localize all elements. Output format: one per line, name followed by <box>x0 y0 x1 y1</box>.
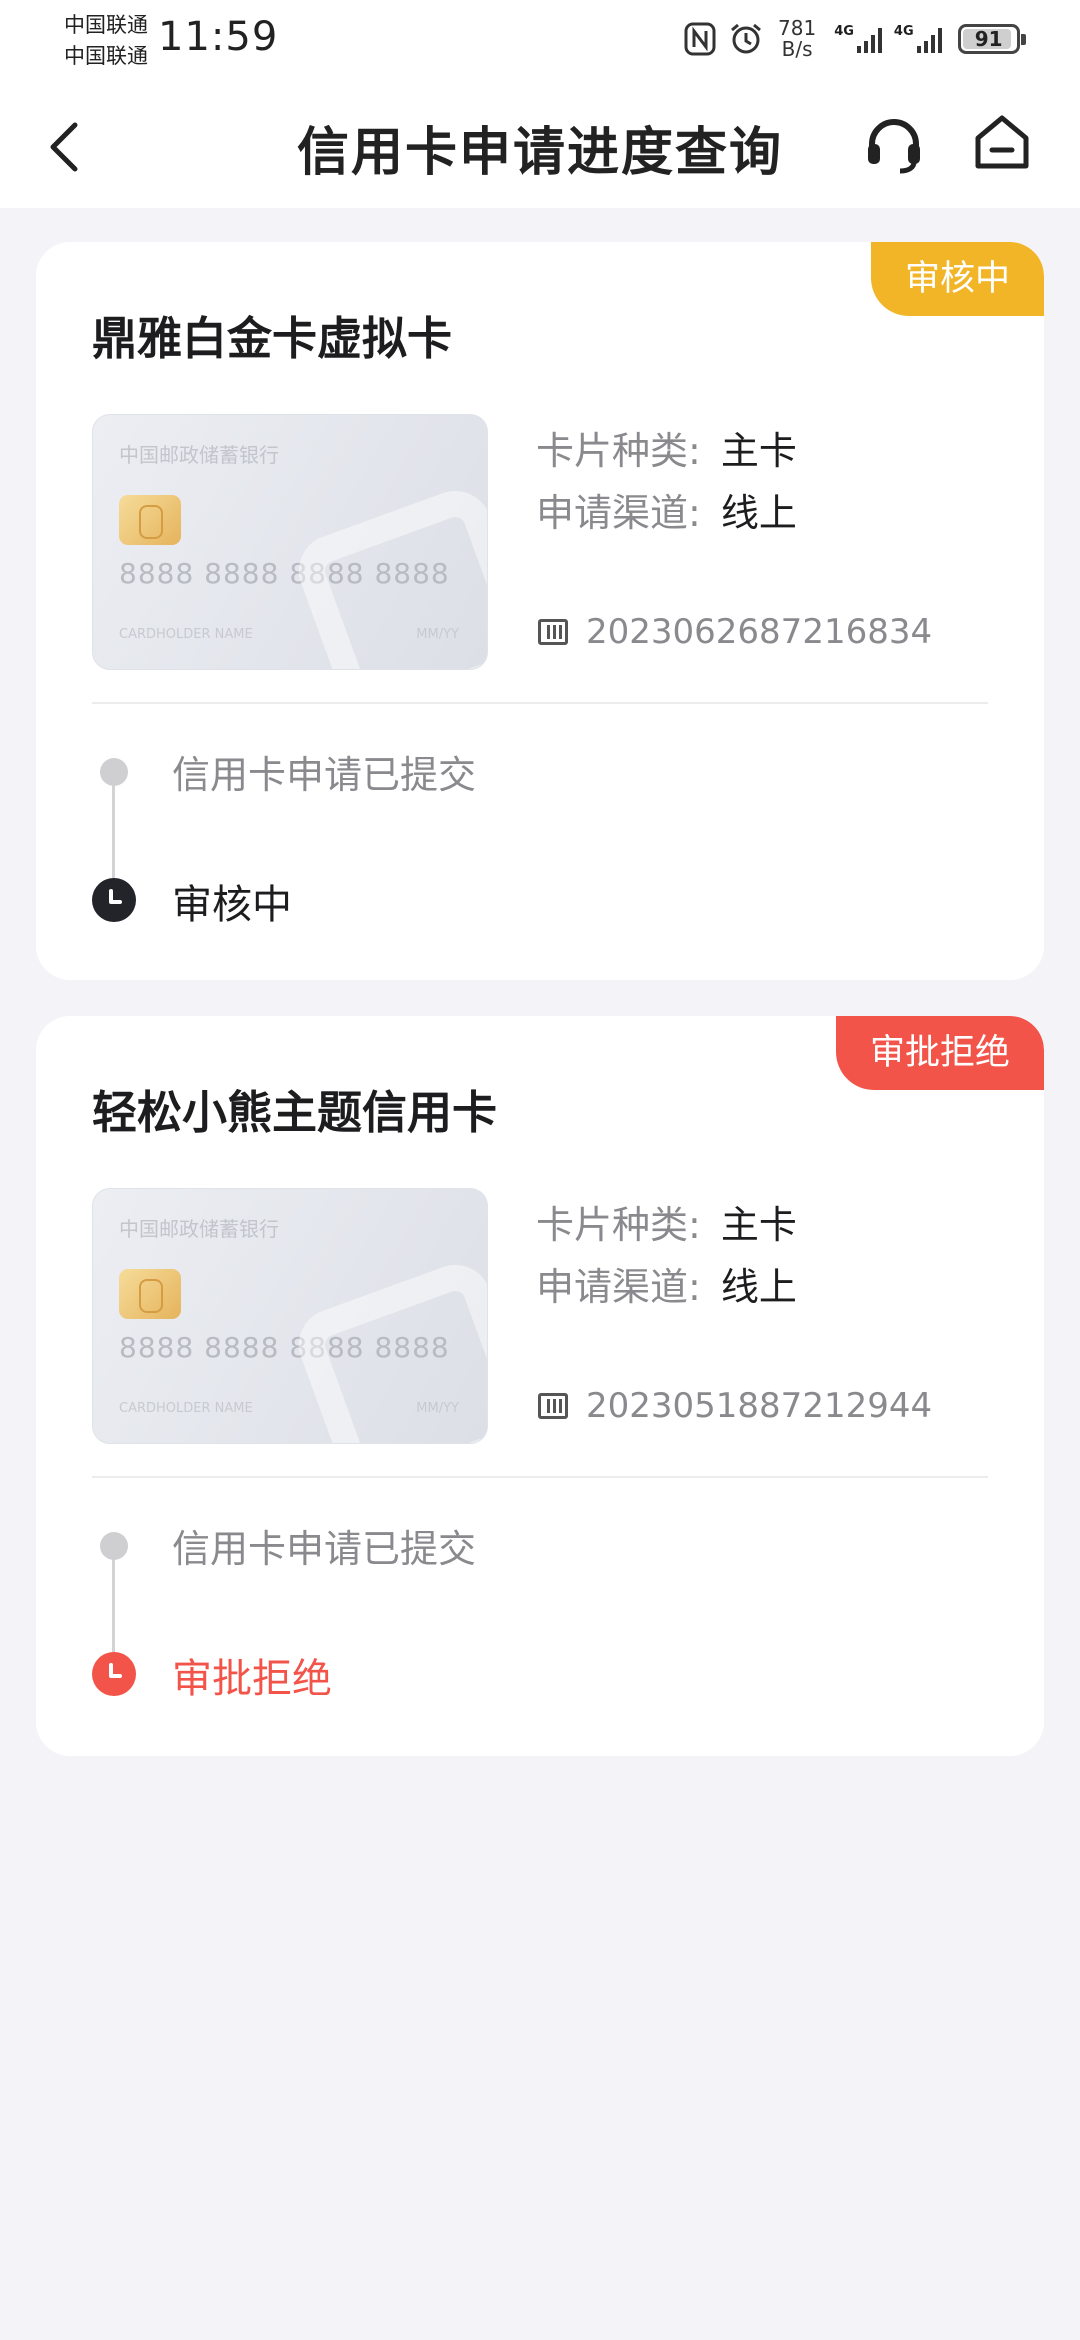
clock: 11:59 <box>158 14 279 60</box>
credit-card-image: 中国邮政储蓄银行 8888 8888 8888 8888 CARDHOLDER … <box>92 414 488 670</box>
barcode-icon <box>538 1393 568 1419</box>
card-name: 鼎雅白金卡虚拟卡 <box>92 312 453 365</box>
timeline-step-current: 审核中 <box>172 882 292 928</box>
timeline-step-submitted: 信用卡申请已提交 <box>172 753 477 797</box>
chip-icon <box>119 495 181 545</box>
signal-icon-2: 4G <box>894 24 946 54</box>
barcode-icon <box>538 619 568 645</box>
card-type-label: 卡片种类: <box>536 1203 701 1247</box>
status-badge: 审批拒绝 <box>835 1016 1044 1090</box>
battery-icon: 91 <box>957 24 1026 54</box>
card-holder: CARDHOLDER NAME <box>119 1401 253 1416</box>
timeline-step-submitted: 信用卡申请已提交 <box>172 1527 477 1571</box>
clock-icon <box>92 1652 136 1696</box>
carrier-2: 中国联通 <box>64 44 148 68</box>
status-icons: 781 B/s 4G 4G 91 <box>684 16 1026 62</box>
timeline-connector <box>112 772 115 884</box>
application-number-value: 2023062687216834 <box>586 612 933 652</box>
card-type-row: 卡片种类: 主卡 <box>536 1194 797 1249</box>
headset-icon <box>868 119 920 174</box>
divider <box>92 1476 988 1478</box>
home-button[interactable] <box>964 104 1040 180</box>
credit-card-image: 中国邮政储蓄银行 8888 8888 8888 8888 CARDHOLDER … <box>92 1188 488 1444</box>
card-holder: CARDHOLDER NAME <box>119 627 253 642</box>
card-bank-name: 中国邮政储蓄银行 <box>119 1217 279 1241</box>
home-icon <box>975 115 1029 169</box>
card-type-value: 主卡 <box>720 429 797 473</box>
application-number: 2023062687216834 <box>538 612 932 652</box>
application-card[interactable]: 审核中 鼎雅白金卡虚拟卡 中国邮政储蓄银行 8888 8888 8888 888… <box>36 242 1044 980</box>
card-type-value: 主卡 <box>720 1203 797 1247</box>
timeline-dot <box>100 1532 128 1560</box>
status-bar: 中国联通 中国联通 11:59 781 B/s 4G 4G 91 <box>0 0 1080 82</box>
channel-label: 申请渠道: <box>536 1265 701 1309</box>
chip-icon <box>119 1269 181 1319</box>
application-number: 2023051887212944 <box>538 1386 932 1426</box>
clock-icon <box>92 878 136 922</box>
customer-service-button[interactable] <box>856 106 932 182</box>
application-card[interactable]: 审批拒绝 轻松小熊主题信用卡 中国邮政储蓄银行 8888 8888 8888 8… <box>36 1016 1044 1756</box>
channel-value: 线上 <box>720 1265 797 1309</box>
card-name: 轻松小熊主题信用卡 <box>92 1086 498 1139</box>
carrier-1: 中国联通 <box>64 13 148 37</box>
timeline-connector <box>112 1546 115 1658</box>
channel-label: 申请渠道: <box>536 491 701 535</box>
card-type-row: 卡片种类: 主卡 <box>536 420 797 475</box>
carrier-info: 中国联通 中国联通 <box>64 10 148 72</box>
application-number-value: 2023051887212944 <box>586 1386 933 1426</box>
channel-row: 申请渠道: 线上 <box>536 482 797 537</box>
network-speed: 781 B/s <box>778 16 817 61</box>
progress-timeline: 信用卡申请已提交 审核中 <box>92 732 992 952</box>
nav-bar: 信用卡申请进度查询 <box>0 82 1080 208</box>
progress-timeline: 信用卡申请已提交 审批拒绝 <box>92 1506 992 1726</box>
channel-row: 申请渠道: 线上 <box>536 1256 797 1311</box>
card-type-label: 卡片种类: <box>536 429 701 473</box>
nfc-icon <box>684 22 716 56</box>
card-decoration <box>288 1254 487 1443</box>
signal-icon: 4G <box>834 24 886 54</box>
divider <box>92 702 988 704</box>
card-bank-name: 中国邮政储蓄银行 <box>119 443 279 467</box>
timeline-dot <box>100 758 128 786</box>
card-decoration <box>288 480 487 669</box>
channel-value: 线上 <box>720 491 797 535</box>
timeline-step-current: 审批拒绝 <box>172 1656 332 1702</box>
alarm-icon <box>728 21 764 57</box>
status-badge: 审核中 <box>870 242 1044 316</box>
